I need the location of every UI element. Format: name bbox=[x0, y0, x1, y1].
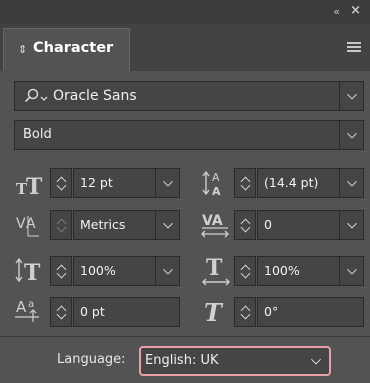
panel-menu-icon[interactable] bbox=[347, 42, 361, 52]
font-family-dropdown[interactable]: Oracle Sans bbox=[14, 81, 364, 111]
vertical-scale-value: 100% bbox=[80, 263, 116, 278]
svg-text:T: T bbox=[26, 174, 43, 198]
language-value: English: UK bbox=[145, 353, 219, 368]
vertical-scale-field[interactable]: 100% bbox=[73, 256, 180, 286]
font-style-value: Bold bbox=[23, 127, 52, 142]
tracking-dropdown-button[interactable] bbox=[339, 211, 363, 239]
horizontal-scale-icon: T bbox=[202, 255, 230, 286]
chevron-down-icon bbox=[162, 176, 173, 187]
section-divider bbox=[0, 336, 370, 337]
baseline-shift-icon: A a bbox=[15, 298, 39, 322]
language-dropdown[interactable]: English: UK bbox=[139, 346, 331, 376]
chevron-down-icon bbox=[346, 218, 357, 229]
vertical-scale-icon: T bbox=[15, 257, 41, 286]
svg-text:A: A bbox=[212, 171, 220, 184]
tracking-stepper[interactable] bbox=[234, 210, 256, 240]
tracking-icon: VA bbox=[201, 213, 229, 238]
skew-field[interactable]: 0° bbox=[257, 297, 364, 327]
font-size-icon: T T bbox=[16, 174, 43, 198]
kerning-field[interactable]: Metrics bbox=[73, 210, 180, 240]
chevron-down-icon bbox=[162, 264, 173, 275]
character-panel: « × ⇕ Character Oracle Sans Bold T T 12 … bbox=[0, 0, 370, 383]
search-icon bbox=[24, 88, 48, 103]
kerning-value: Metrics bbox=[80, 217, 126, 232]
font-size-stepper[interactable] bbox=[50, 168, 72, 198]
leading-field[interactable]: (14.4 pt) bbox=[257, 168, 364, 198]
chevron-down-icon bbox=[346, 89, 357, 100]
font-size-dropdown-button[interactable] bbox=[155, 169, 179, 197]
svg-text:A: A bbox=[212, 185, 221, 198]
horizontal-scale-value: 100% bbox=[264, 263, 300, 278]
svg-text:T: T bbox=[206, 255, 223, 281]
kerning-icon: V A bbox=[16, 216, 39, 237]
leading-icon: A A bbox=[202, 170, 221, 198]
tab-character[interactable]: ⇕ Character bbox=[3, 28, 130, 71]
font-size-value: 12 pt bbox=[80, 175, 113, 190]
vertical-scale-dropdown-button[interactable] bbox=[155, 257, 179, 285]
leading-value: (14.4 pt) bbox=[264, 175, 319, 190]
kerning-dropdown-button[interactable] bbox=[155, 211, 179, 239]
font-family-value: Oracle Sans bbox=[53, 88, 137, 104]
font-size-field[interactable]: 12 pt bbox=[73, 168, 180, 198]
skew-stepper[interactable] bbox=[234, 297, 256, 327]
skew-icon: T bbox=[204, 298, 224, 326]
horizontal-scale-dropdown-button[interactable] bbox=[339, 257, 363, 285]
chevron-down-icon bbox=[346, 264, 357, 275]
font-style-dropdown-button[interactable] bbox=[339, 121, 363, 149]
svg-text:V: V bbox=[16, 216, 26, 232]
chevron-down-icon bbox=[311, 354, 321, 365]
baseline-shift-value: 0 pt bbox=[80, 304, 105, 319]
panel-tab-row: ⇕ Character bbox=[0, 24, 370, 71]
tracking-field[interactable]: 0 bbox=[257, 210, 364, 240]
leading-stepper[interactable] bbox=[234, 168, 256, 198]
collapse-icon[interactable]: « bbox=[333, 5, 340, 18]
leading-dropdown-button[interactable] bbox=[339, 169, 363, 197]
chevron-down-icon bbox=[162, 218, 173, 229]
skew-value: 0° bbox=[264, 304, 279, 319]
svg-text:a: a bbox=[28, 299, 34, 310]
tab-label: Character bbox=[33, 40, 114, 56]
baseline-shift-field[interactable]: 0 pt bbox=[73, 297, 180, 327]
vertical-scale-stepper[interactable] bbox=[50, 256, 72, 286]
chevron-down-icon bbox=[346, 176, 357, 187]
panel-title-bar: « × bbox=[0, 0, 370, 24]
kerning-stepper[interactable] bbox=[50, 210, 72, 240]
font-style-dropdown[interactable]: Bold bbox=[14, 120, 364, 150]
language-dropdown-button[interactable] bbox=[303, 348, 329, 374]
language-label: Language: bbox=[57, 352, 126, 367]
horizontal-scale-stepper[interactable] bbox=[234, 256, 256, 286]
tracking-value: 0 bbox=[264, 217, 272, 232]
panel-collapse-arrows-icon: ⇕ bbox=[18, 43, 28, 56]
close-icon[interactable]: × bbox=[350, 3, 361, 18]
font-family-dropdown-button[interactable] bbox=[339, 82, 363, 110]
svg-text:T: T bbox=[24, 260, 41, 286]
svg-text:T: T bbox=[204, 298, 224, 326]
svg-text:VA: VA bbox=[202, 213, 223, 229]
baseline-shift-stepper[interactable] bbox=[50, 297, 72, 327]
horizontal-scale-field[interactable]: 100% bbox=[257, 256, 364, 286]
svg-text:A: A bbox=[16, 298, 27, 316]
chevron-down-icon bbox=[346, 128, 357, 139]
